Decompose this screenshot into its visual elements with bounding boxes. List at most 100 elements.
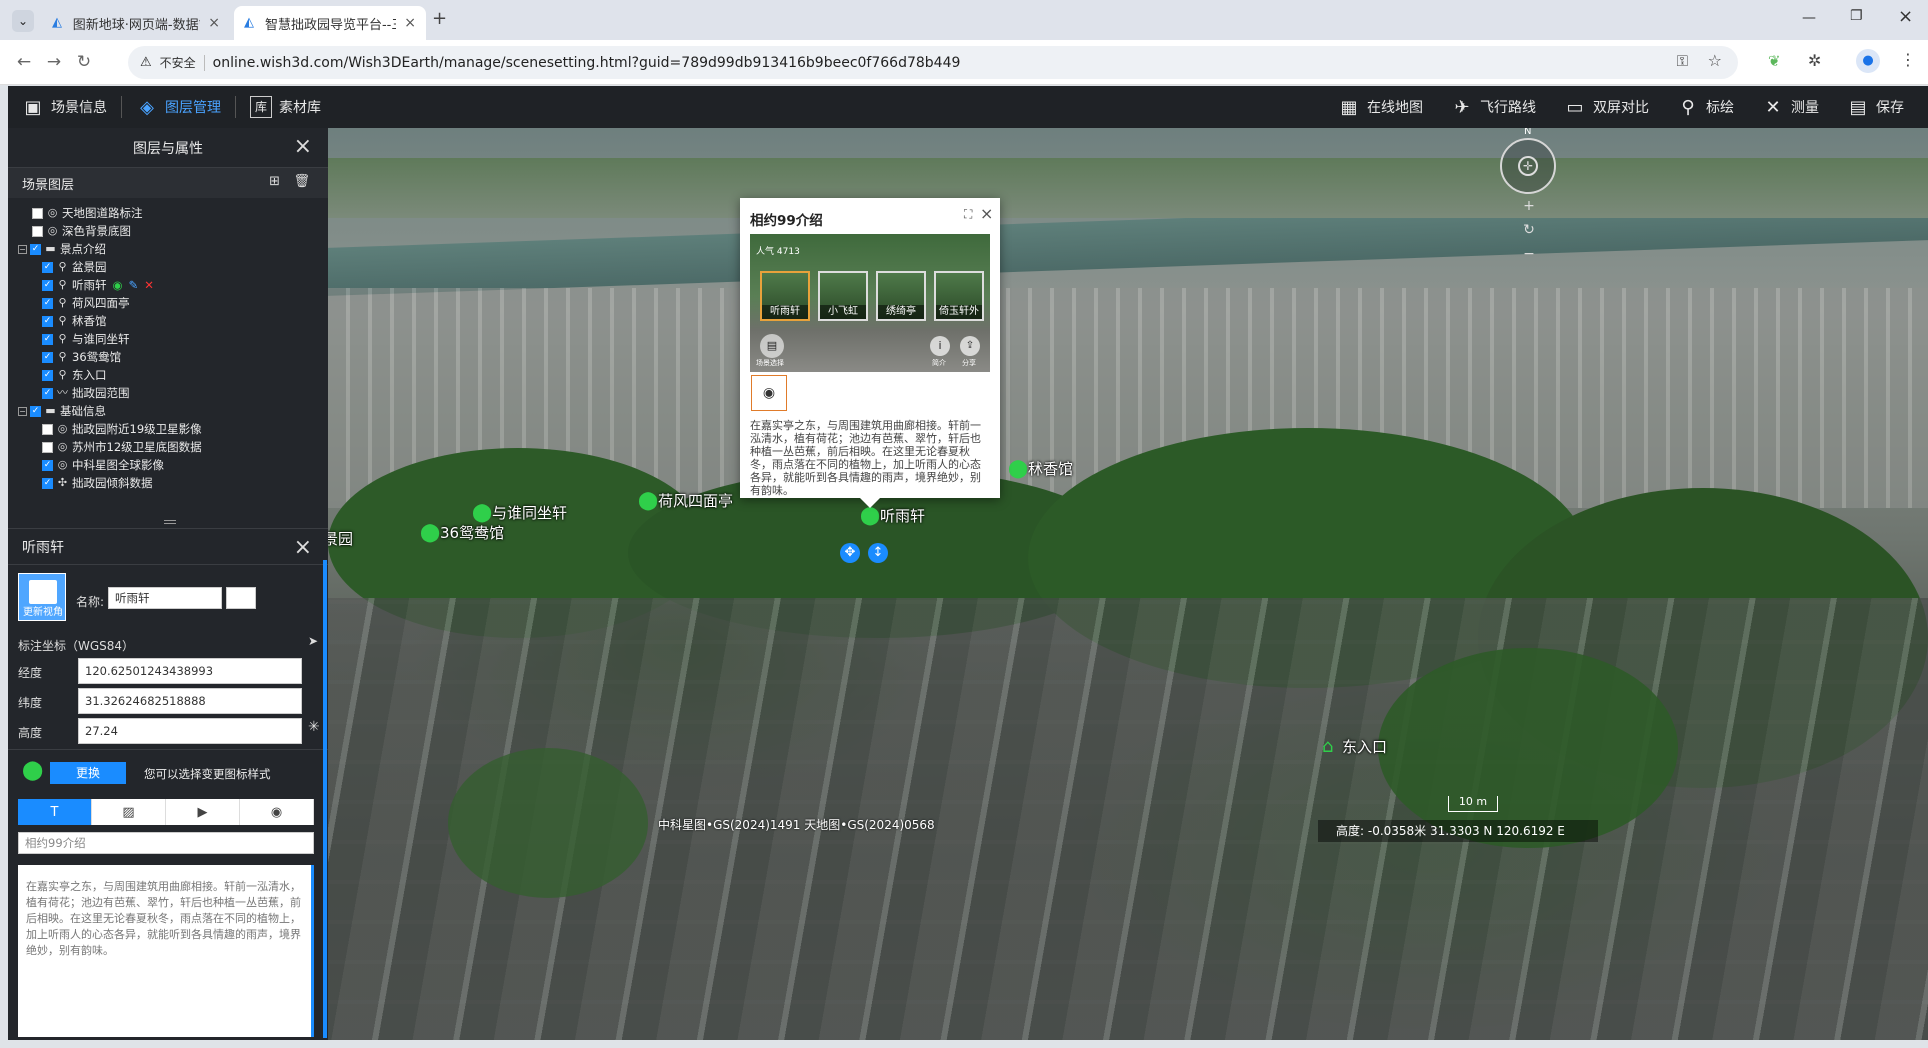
popup-close-icon[interactable]: × (980, 204, 993, 223)
layer-checkbox[interactable]: ✓ (42, 369, 53, 381)
scene-info-button[interactable]: ▣ 场景信息 (8, 86, 121, 128)
locate-icon[interactable]: ◉ (113, 276, 123, 294)
layer-row[interactable]: ✓ ◎ 中科星图全球影像 (18, 456, 328, 474)
lat-input[interactable]: 31.32624682518888 (78, 688, 302, 714)
resize-handle-icon[interactable] (164, 520, 176, 524)
extension-leaf-icon[interactable]: ❦ (1768, 52, 1781, 70)
remove-icon[interactable]: ✕ (144, 276, 154, 294)
layer-checkbox[interactable] (42, 441, 53, 453)
scene-thumb[interactable]: 倚玉轩外 (934, 271, 984, 321)
layer-row[interactable]: − ✓ ▬ 基础信息 (18, 402, 328, 420)
layer-row[interactable]: ✓ ⚲ 秫香馆 (18, 312, 328, 330)
layer-checkbox[interactable]: ✓ (42, 477, 53, 489)
close-detail-icon[interactable]: × (294, 535, 312, 560)
layer-row[interactable]: ✓ ⚲ 与谁同坐轩 (18, 330, 328, 348)
expand-toggle-icon[interactable]: − (18, 244, 27, 254)
restore-icon[interactable]: ❐ (1850, 8, 1863, 24)
layer-row[interactable]: ◎ 天地图道路标注 (18, 204, 328, 222)
layer-row[interactable]: ✓ ⚲ 盆景园 (18, 258, 328, 276)
library-button[interactable]: 库 素材库 (236, 86, 335, 128)
minimize-icon[interactable]: — (1802, 10, 1816, 26)
scene-thumb[interactable]: 绣绮亭 (876, 271, 926, 321)
layer-row[interactable]: ◎ 苏州市12级卫星底图数据 (18, 438, 328, 456)
key-icon[interactable]: ⚿ (1677, 52, 1688, 70)
layer-row[interactable]: ◎ 拙政园附近19级卫星影像 (18, 420, 328, 438)
tab-image-icon[interactable]: ▨ (92, 799, 166, 825)
thumbnail[interactable]: 更新视角 (18, 573, 66, 621)
tab-video-icon[interactable]: ▶ (166, 799, 240, 825)
layer-checkbox[interactable]: ✓ (42, 261, 53, 273)
panel-scrollbar[interactable] (323, 560, 327, 1038)
zoom-out-icon[interactable]: − (1522, 242, 1536, 266)
delete-icon[interactable]: 🗑︎ (293, 174, 310, 189)
marker-dongrukou[interactable]: ⌂ 东入口 (1322, 736, 1387, 757)
back-icon[interactable]: ← (12, 50, 36, 74)
dual-screen-button[interactable]: ▭ 双屏对比 (1550, 86, 1663, 128)
close-tab-icon[interactable]: × (208, 15, 220, 31)
profile-avatar-icon[interactable]: ● (1856, 49, 1880, 73)
share-icon[interactable]: ⇪ (960, 336, 980, 356)
close-window-icon[interactable]: × (1898, 6, 1913, 27)
scene-select-icon[interactable]: ▤ (760, 334, 784, 358)
layer-checkbox[interactable] (42, 423, 53, 435)
lng-input[interactable]: 120.62501243438993 (78, 658, 302, 684)
bookmark-star-icon[interactable]: ☆ (1708, 51, 1722, 70)
tab-panorama-icon[interactable]: ◉ (240, 799, 314, 825)
scene-thumb[interactable]: 小飞虹 (818, 271, 868, 321)
layer-checkbox[interactable]: ✓ (42, 459, 53, 471)
reset-view-icon[interactable]: ↻ (1522, 218, 1536, 242)
layer-checkbox[interactable] (32, 225, 43, 237)
flight-route-button[interactable]: ✈ 飞行路线 (1437, 86, 1550, 128)
height-handle-icon[interactable]: ↕ (868, 543, 888, 563)
intro-textarea[interactable]: 在嘉实亭之东，与周围建筑用曲廊相接。轩前一泓清水，植有荷花；池边有芭蕉、翠竹，轩… (18, 865, 314, 1037)
layer-row[interactable]: ◎ 深色背景底图 (18, 222, 328, 240)
layer-row[interactable]: ✓ ⚲ 荷风四面亭 (18, 294, 328, 312)
panorama-tab-icon[interactable]: ◉ (751, 375, 787, 411)
url-text[interactable]: online.wish3d.com/Wish3DEarth/manage/sce… (213, 55, 961, 71)
update-view-button[interactable]: 更新视角 (19, 603, 67, 618)
fullscreen-icon[interactable]: ⛶ (964, 207, 972, 222)
marker-penjingyuan[interactable]: ⛺ 盆景园 (328, 528, 353, 549)
online-map-button[interactable]: ▦ 在线地图 (1324, 86, 1437, 128)
panorama-viewer[interactable]: 人气 4713 听雨轩 小飞虹 绣绮亭 倚玉轩外 ▤ 场景选择 i 简介 ⇪ 分… (750, 234, 990, 372)
info-icon[interactable]: i (930, 336, 950, 356)
locate-send-icon[interactable]: ➤ (308, 634, 318, 648)
marker-shuxiangguan[interactable]: ⬤ 秫香馆 (1008, 458, 1073, 479)
marker-tingyuxuan[interactable]: ⬤ 听雨轩 (860, 505, 925, 526)
compass[interactable]: N ✛ (1500, 128, 1556, 194)
3d-map-viewport[interactable]: ⛺ 盆景园 ⬤ 36鸳鸯馆 ⬤ 与谁同坐轩 ⬤ 荷风四面亭 ⬤ 听雨轩 ✥ ↕ … (328, 128, 1928, 1040)
change-icon-button[interactable]: 更换 (50, 762, 126, 784)
name-input[interactable]: 听雨轩 (108, 587, 222, 609)
measure-button[interactable]: ✕ 测量 (1748, 86, 1833, 128)
extensions-puzzle-icon[interactable]: ✲ (1808, 51, 1821, 70)
layer-checkbox[interactable]: ✓ (42, 297, 53, 309)
layer-checkbox[interactable]: ✓ (42, 279, 53, 291)
edit-icon[interactable]: ✎ (129, 276, 139, 294)
plot-button[interactable]: ⚲ 标绘 (1663, 86, 1748, 128)
pick-height-icon[interactable]: ✳ (308, 719, 320, 735)
save-button[interactable]: ▤ 保存 (1833, 86, 1928, 128)
layer-row[interactable]: ✓ ✣ 拙政园倾斜数据 (18, 474, 328, 492)
alt-input[interactable]: 27.24 (78, 718, 302, 744)
add-folder-icon[interactable]: ⊞ (269, 174, 280, 189)
layer-checkbox[interactable]: ✓ (42, 387, 53, 399)
layer-row[interactable]: ✓ 〰拙政园范围 (18, 384, 328, 402)
reload-icon[interactable]: ↻ (72, 50, 96, 74)
address-bar[interactable]: ⚠ 不安全 online.wish3d.com/Wish3DEarth/mana… (128, 46, 1738, 79)
tab-search-icon[interactable]: ⌄ (12, 10, 34, 32)
browser-tab-2[interactable]: ◭ 智慧拙政园导览平台--三维场景 × (234, 6, 426, 40)
layer-checkbox[interactable]: ✓ (42, 351, 53, 363)
layer-row[interactable]: ✓ ⚲ 东入口 (18, 366, 328, 384)
move-handle-icon[interactable]: ✥ (840, 543, 860, 563)
forward-icon[interactable]: → (42, 50, 66, 74)
layer-row[interactable]: − ✓ ▬ 景点介绍 (18, 240, 328, 258)
scene-thumb[interactable]: 听雨轩 (760, 271, 810, 321)
layer-checkbox[interactable]: ✓ (30, 243, 41, 255)
security-label[interactable]: 不安全 (160, 54, 196, 71)
close-tab-icon[interactable]: × (404, 15, 416, 31)
marker-36yuanyangguan[interactable]: ⬤ 36鸳鸯馆 (420, 522, 504, 543)
browser-tab-1[interactable]: ◭ 图新地球·网页端-数据管理平台 × (42, 6, 230, 40)
layer-checkbox[interactable]: ✓ (42, 333, 53, 345)
name-style-swatch[interactable] (226, 587, 256, 609)
close-panel-icon[interactable]: × (294, 134, 312, 159)
